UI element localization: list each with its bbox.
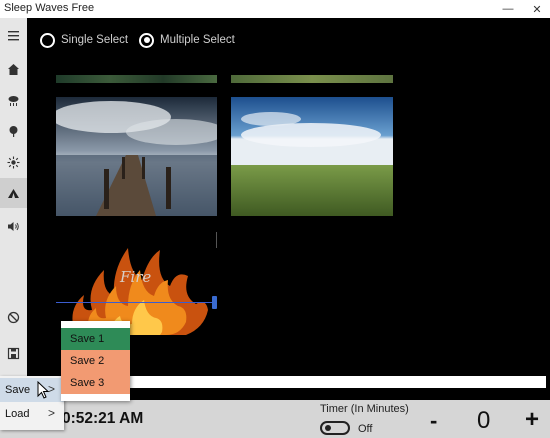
save-slot-1[interactable]: Save 1 (61, 328, 130, 350)
timer-increase-button[interactable]: + (525, 406, 539, 434)
multiple-select-option[interactable]: Multiple Select (139, 31, 235, 49)
tent-icon (8, 188, 19, 198)
save-submenu: Save 1 Save 2 Save 3 (61, 321, 130, 401)
fire-volume-thumb[interactable] (212, 296, 217, 309)
nav-home[interactable] (0, 54, 27, 84)
save-slot-3-label: Save 3 (70, 377, 105, 389)
save-slot-2[interactable]: Save 2 (61, 350, 130, 372)
menu-item-load-label: Load (5, 408, 30, 420)
save-icon (7, 347, 20, 359)
chevron-right-icon: > (47, 382, 55, 396)
timer-decrease-button[interactable]: - (430, 408, 437, 434)
nav-sun[interactable] (0, 147, 27, 177)
close-button[interactable]: ✕ (523, 0, 550, 18)
single-select-label: Single Select (61, 34, 129, 46)
sound-tile-pier[interactable] (56, 97, 217, 216)
tree-icon (9, 125, 18, 137)
nav-forest[interactable] (0, 116, 27, 146)
maximize-button[interactable] (497, 0, 525, 18)
single-select-radio[interactable] (40, 32, 55, 48)
sound-tile-partial-left[interactable] (56, 75, 217, 83)
home-icon (8, 63, 19, 75)
timer-toggle-state: Off (358, 423, 373, 435)
save-menu-button[interactable] (0, 338, 27, 368)
multiple-select-label: Multiple Select (160, 34, 235, 46)
save-slot-3[interactable]: Save 3 (61, 372, 130, 394)
sun-icon (7, 156, 20, 168)
stop-button[interactable] (0, 302, 27, 332)
nav-sound[interactable] (0, 211, 27, 241)
nav-rain[interactable] (0, 85, 27, 115)
pier-image (56, 97, 217, 216)
clock-display: 0:52:21 AM (62, 410, 144, 427)
save-slot-1-label: Save 1 (70, 333, 105, 345)
menu-button[interactable] (0, 20, 27, 50)
block-icon (7, 311, 20, 323)
title-bar: Sleep Waves Free — ✕ (0, 0, 550, 18)
save-slot-2-label: Save 2 (70, 355, 105, 367)
speaker-icon (8, 221, 19, 231)
single-select-option[interactable]: Single Select (40, 31, 128, 49)
chevron-right-icon: > (47, 406, 55, 420)
nav-camp[interactable] (0, 178, 27, 208)
progress-bar (130, 376, 546, 388)
timer-label: Timer (In Minutes) (320, 403, 409, 415)
hamburger-icon (8, 30, 19, 40)
menu-item-save[interactable]: Save > (0, 378, 64, 402)
save-load-menu: Save > Load > (0, 376, 64, 430)
mouse-cursor-icon (37, 381, 49, 399)
rain-cloud-icon (8, 95, 19, 106)
menu-item-load[interactable]: Load > (0, 402, 64, 426)
fire-tile-label: Fire (120, 268, 152, 286)
sound-tile-partial-right[interactable] (231, 75, 393, 83)
nav-rail (0, 18, 27, 418)
timer-toggle[interactable] (320, 421, 350, 435)
fire-volume-track[interactable] (56, 302, 214, 303)
timer-value: 0 (477, 407, 491, 434)
field-image (231, 97, 393, 216)
menu-item-save-label: Save (5, 384, 31, 396)
multiple-select-radio[interactable] (139, 32, 154, 48)
sound-tile-field[interactable] (231, 97, 393, 216)
app-title: Sleep Waves Free (4, 2, 95, 14)
